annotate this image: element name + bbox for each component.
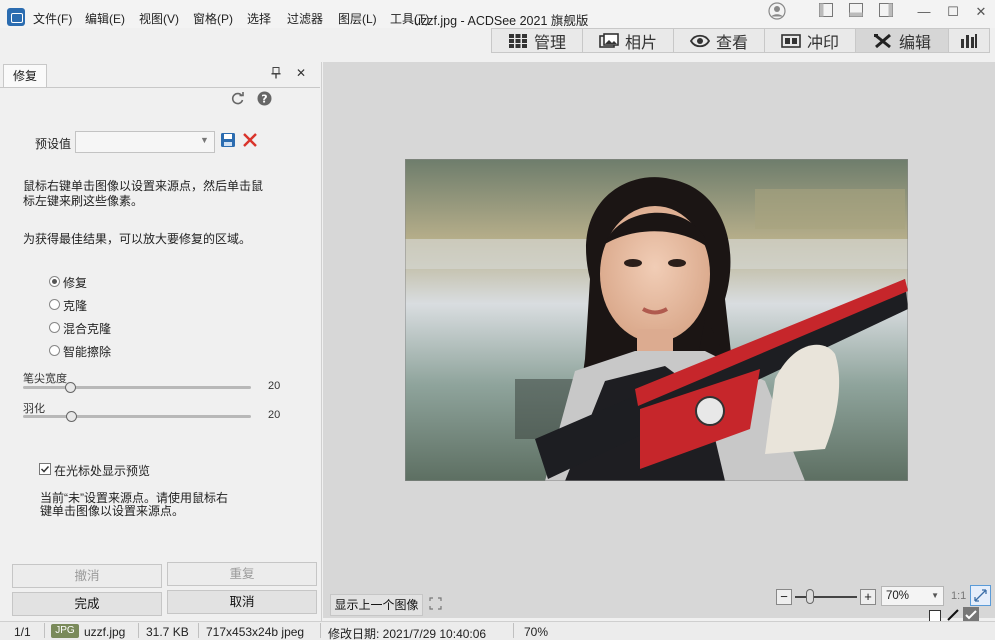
layout-bottom-icon[interactable] xyxy=(845,2,867,22)
brush-width-value: 20 xyxy=(268,380,281,392)
feather-value: 20 xyxy=(268,409,281,421)
menu-layer[interactable]: 图层(L) xyxy=(338,10,377,27)
checkmark-icon[interactable] xyxy=(963,607,979,622)
mode-develop-label: 冲印 xyxy=(806,34,839,52)
status-modified-date: 修改日期: 2021/7/29 10:40:06 xyxy=(328,627,487,640)
menu-filter[interactable]: 过滤器 xyxy=(287,10,323,27)
zoom-tip: 为获得最佳结果，可以放大要修复的区域。 xyxy=(23,232,252,246)
zoom-dropdown-value: 70% xyxy=(886,590,910,602)
bar-chart-icon xyxy=(959,33,979,49)
fit-to-window-button[interactable] xyxy=(970,585,991,606)
page-counter: 1/1 xyxy=(14,625,31,639)
fit-arrows-icon xyxy=(974,589,987,602)
mode-develop[interactable]: 冲印 xyxy=(764,28,856,53)
actual-size-button[interactable]: 1:1 xyxy=(951,590,966,602)
status-divider xyxy=(138,623,139,638)
acdsee-app-icon[interactable] xyxy=(7,8,25,26)
radio-blend-clone[interactable] xyxy=(49,322,60,333)
account-icon[interactable] xyxy=(766,2,788,22)
minimize-icon[interactable]: — xyxy=(913,2,935,22)
mode-edit[interactable]: 编辑 xyxy=(855,28,949,53)
maximize-icon[interactable]: ☐ xyxy=(942,2,964,22)
preview-checkbox-label: 在光标处显示预览 xyxy=(54,464,151,478)
delete-preset-icon[interactable] xyxy=(242,132,258,151)
close-window-icon[interactable]: ✕ xyxy=(970,2,992,22)
tab-divider xyxy=(0,87,320,88)
radio-repair-label: 修复 xyxy=(63,276,88,290)
radio-blend-clone-label: 混合克隆 xyxy=(63,322,112,336)
feather-thumb[interactable] xyxy=(66,411,77,422)
develop-icon xyxy=(781,33,801,49)
status-filename: uzzf.jpg xyxy=(84,625,126,639)
zoom-dropdown[interactable]: 70% ▼ xyxy=(881,586,944,606)
radio-clone-label: 克隆 xyxy=(63,299,88,313)
instruction-line-2: 标左键来刷这些像素。 xyxy=(23,194,144,208)
format-badge: JPG xyxy=(51,624,79,638)
menu-select[interactable]: 选择 xyxy=(247,10,271,27)
cancel-button[interactable]: 取消 xyxy=(167,590,317,614)
preset-dropdown[interactable] xyxy=(75,131,215,153)
mode-manage[interactable]: 管理 xyxy=(491,28,583,53)
radio-repair[interactable] xyxy=(49,276,60,287)
svg-text:?: ? xyxy=(261,93,267,106)
save-preset-icon[interactable] xyxy=(220,132,236,151)
mode-edit-label: 编辑 xyxy=(898,34,931,52)
zoom-in-button[interactable]: + xyxy=(860,589,876,605)
status-filesize: 31.7 KB xyxy=(146,625,189,639)
mode-dashboard[interactable] xyxy=(948,28,990,53)
status-divider xyxy=(513,623,514,638)
fullscreen-icon[interactable] xyxy=(429,597,442,613)
radio-smart-erase[interactable] xyxy=(49,345,60,356)
layout-left-icon[interactable] xyxy=(815,2,837,22)
chevron-down-icon: ▼ xyxy=(931,591,939,600)
status-zoom: 70% xyxy=(524,625,549,639)
menu-pane[interactable]: 窗格(P) xyxy=(193,10,233,27)
mode-photos[interactable]: 相片 xyxy=(582,28,674,53)
photo-image xyxy=(405,159,908,481)
mode-view-label: 查看 xyxy=(715,34,748,52)
radio-smart-erase-label: 智能擦除 xyxy=(63,345,112,359)
mode-bar: 管理 相片 查看 冲印 编辑 xyxy=(491,28,995,53)
photo-canvas[interactable] xyxy=(405,159,908,481)
tab-repair[interactable]: 修复 xyxy=(3,64,47,88)
preview-checkbox[interactable] xyxy=(39,463,51,478)
menu-file[interactable]: 文件(F) xyxy=(33,10,72,27)
feather-label: 羽化 xyxy=(23,403,45,415)
refresh-icon[interactable] xyxy=(230,91,245,109)
redo-button[interactable]: 重复 xyxy=(167,562,317,586)
window-title: uzzf.jpg - ACDSee 2021 旗舰版 xyxy=(414,14,589,28)
layout-right-icon[interactable] xyxy=(875,2,897,22)
brush-width-track[interactable] xyxy=(23,386,251,389)
pin-icon[interactable] xyxy=(271,67,281,82)
status-divider xyxy=(320,623,321,638)
status-divider xyxy=(44,623,45,638)
brush-width-thumb[interactable] xyxy=(65,382,76,393)
menu-view[interactable]: 视图(V) xyxy=(139,10,179,27)
mode-view[interactable]: 查看 xyxy=(673,28,765,53)
brush-width-label: 笔尖宽度 xyxy=(23,373,67,385)
status-divider xyxy=(198,623,199,638)
feather-track[interactable] xyxy=(23,415,251,418)
show-previous-image-button[interactable]: 显示上一个图像 xyxy=(330,594,423,616)
menu-edit[interactable]: 编辑(E) xyxy=(85,10,125,27)
mode-manage-label: 管理 xyxy=(533,34,566,52)
done-button[interactable]: 完成 xyxy=(12,592,162,616)
zoom-slider-track[interactable] xyxy=(795,596,857,598)
close-panel-icon[interactable]: ✕ xyxy=(296,66,306,80)
edit-tools-icon xyxy=(873,33,893,49)
zoom-out-button[interactable]: − xyxy=(776,589,792,605)
preset-label: 预设值 xyxy=(35,137,72,151)
mode-photos-label: 相片 xyxy=(624,34,657,52)
undo-button[interactable]: 撤消 xyxy=(12,564,162,588)
grid-icon xyxy=(508,33,528,49)
radio-clone[interactable] xyxy=(49,299,60,310)
help-icon[interactable]: ? xyxy=(257,91,272,109)
status-dimensions: 717x453x24b jpeg xyxy=(206,625,305,639)
chevron-down-icon: ▼ xyxy=(200,135,209,145)
photos-icon xyxy=(599,32,619,49)
source-status-line-2: 键单击图像以设置来源点。 xyxy=(40,504,185,518)
zoom-slider-thumb[interactable] xyxy=(806,589,814,604)
eye-icon xyxy=(689,33,711,49)
